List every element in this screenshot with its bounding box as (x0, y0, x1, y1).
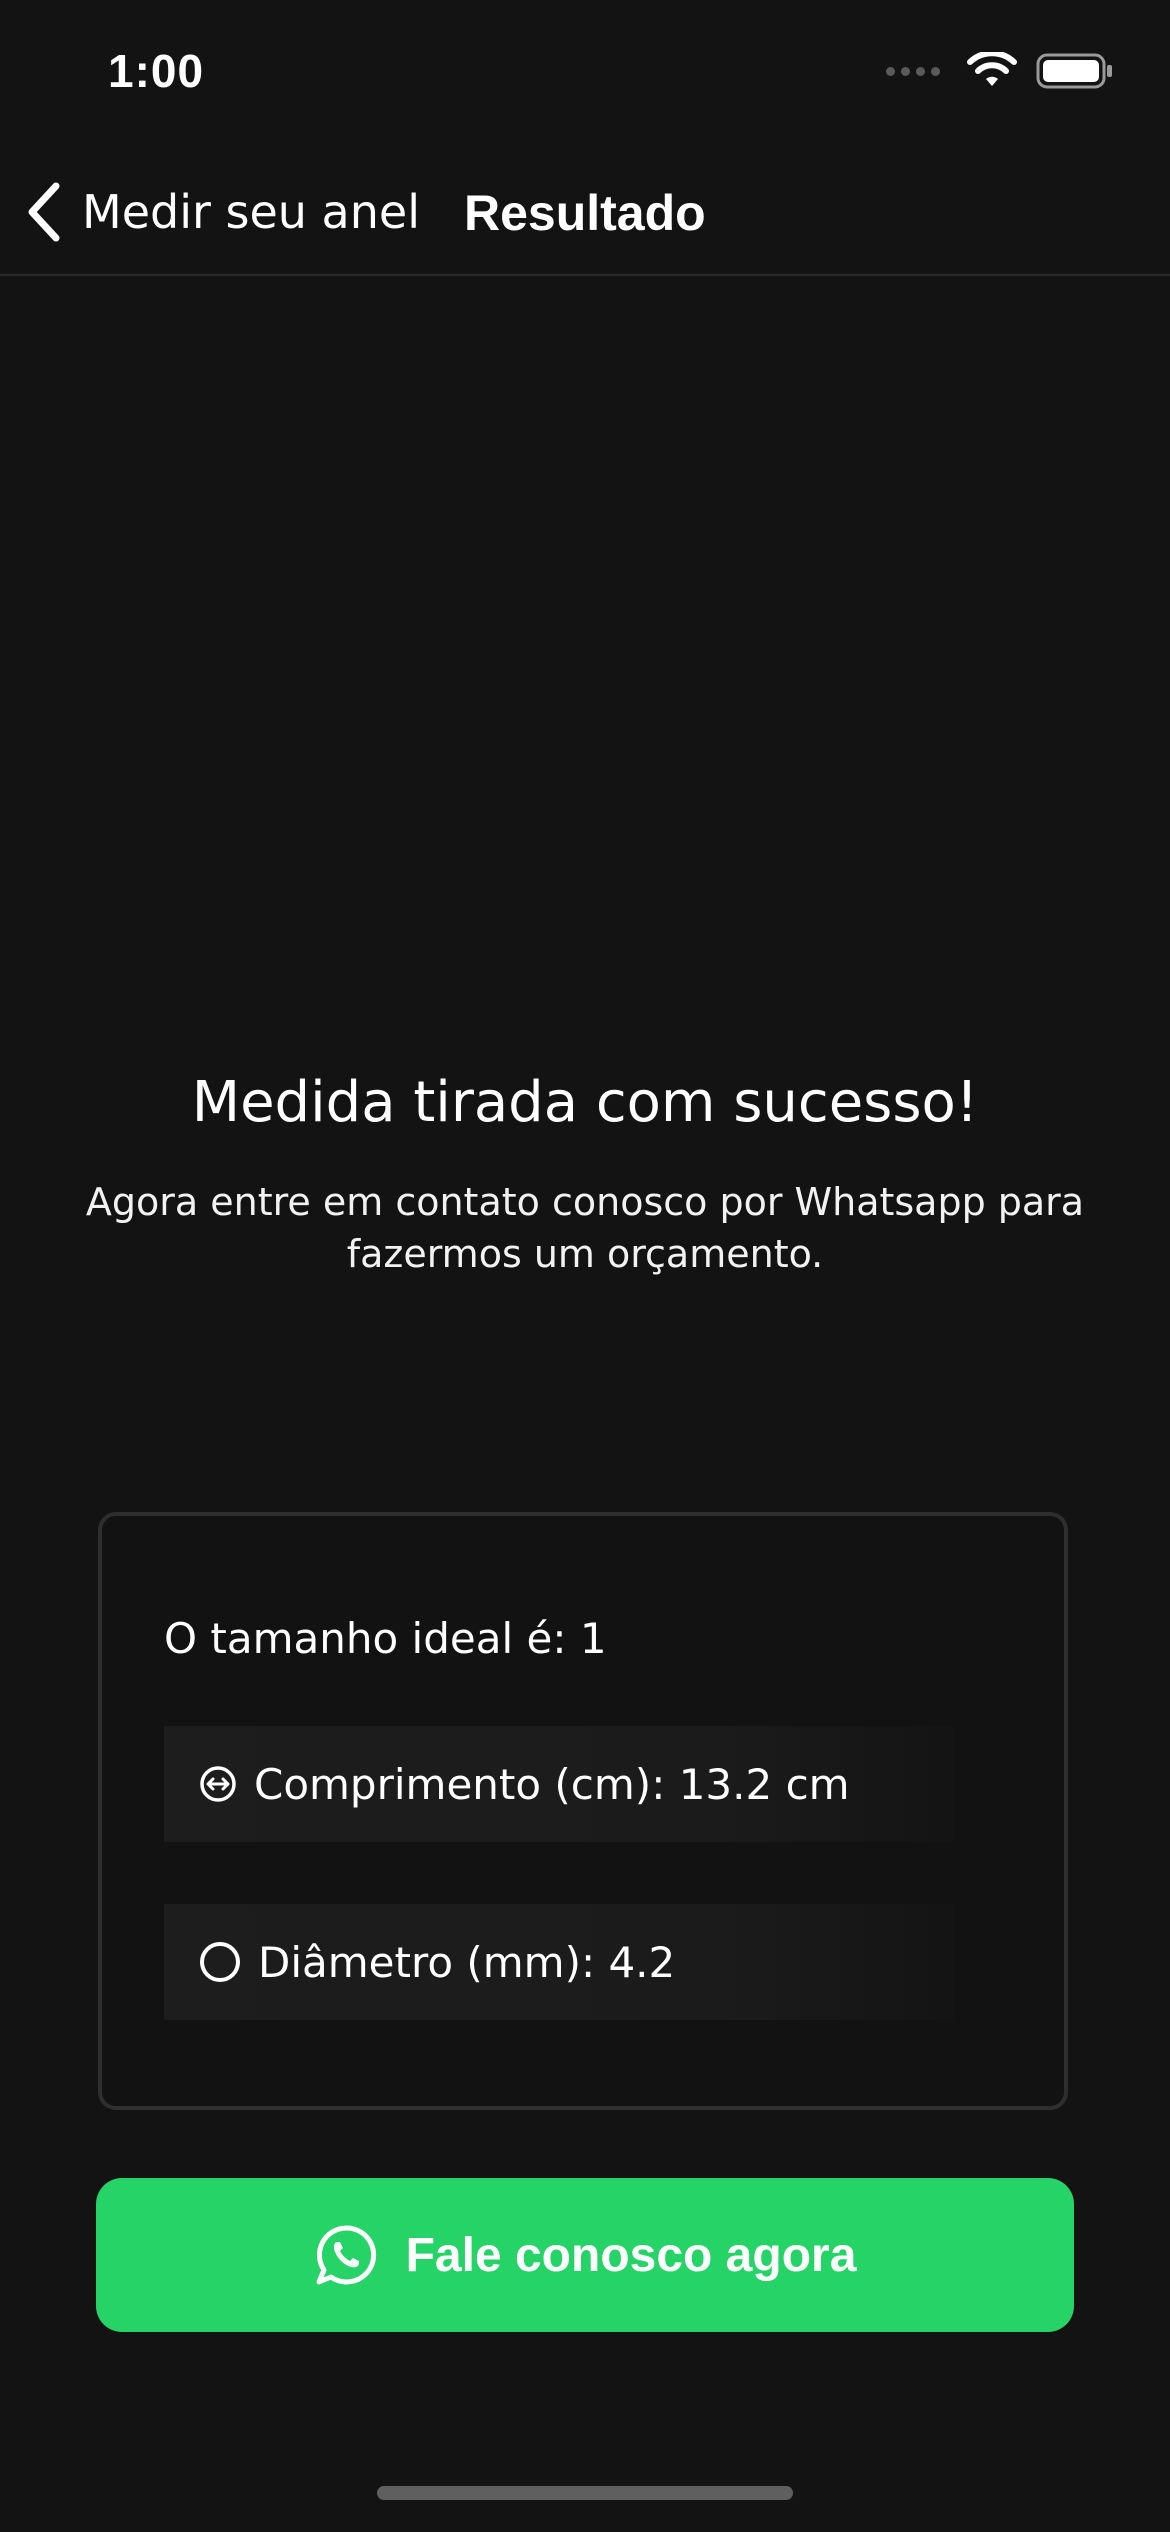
page-title: Resultado (464, 185, 706, 241)
cellular-signal-icon (886, 66, 940, 76)
success-headline: Medida tirada com sucesso! (191, 1070, 979, 1135)
back-button-label: Medir seu anel (82, 185, 420, 239)
ideal-size-text: O tamanho ideal é: 1 (164, 1614, 607, 1663)
navigation-bar: Medir seu anel Resultado (0, 150, 1170, 276)
back-button[interactable]: Medir seu anel (22, 174, 420, 250)
diameter-row: Diâmetro (mm): 4.2 (164, 1904, 954, 2020)
status-bar: 1:00 (0, 0, 1170, 150)
contact-button-label: Fale conosco agora (405, 2228, 857, 2282)
result-card: O tamanho ideal é: 1 Comprimento (cm): 1… (98, 1512, 1068, 2110)
chevron-left-icon (28, 182, 60, 242)
wifi-icon (967, 52, 1017, 86)
whatsapp-icon (316, 2225, 376, 2285)
success-subtext: Agora entre em contato conosco por Whats… (85, 1180, 1085, 1276)
status-time: 1:00 (108, 45, 205, 97)
circle-icon (200, 1942, 240, 1982)
status-icons (886, 52, 1114, 90)
length-label: Comprimento (cm): 13.2 cm (254, 1759, 850, 1809)
length-row: Comprimento (cm): 13.2 cm (164, 1726, 954, 1842)
contact-whatsapp-button[interactable]: Fale conosco agora (96, 2178, 1074, 2332)
horizontal-arrow-circle-icon (200, 1766, 236, 1802)
result-screen: 1:00 Medir seu anel Resultado Medida tir… (0, 0, 1170, 2532)
diameter-label: Diâmetro (mm): 4.2 (258, 1937, 676, 1987)
battery-icon (1036, 53, 1112, 89)
home-indicator[interactable] (377, 2486, 793, 2500)
